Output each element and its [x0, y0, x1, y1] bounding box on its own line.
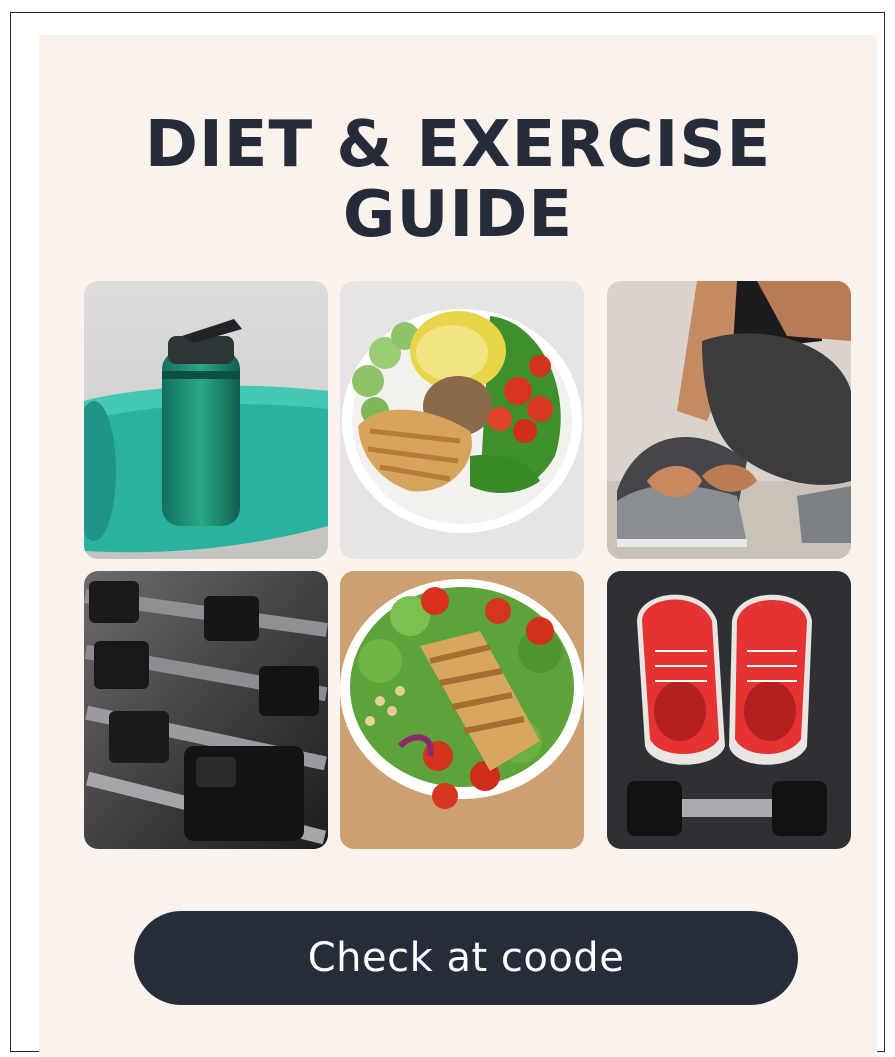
title-line-1: DIET & EXERCISE [144, 108, 772, 182]
poster-title: DIET & EXERCISE GUIDE [39, 110, 877, 250]
dumbbell-rack-image [84, 571, 328, 849]
poster-frame: DIET & EXERCISE GUIDE Check at coode [10, 12, 885, 1057]
chicken-salad-bowl-image [340, 571, 584, 849]
tying-shoelaces-image [607, 281, 851, 559]
red-sneakers-dumbbell-image [607, 571, 851, 849]
title-line-2: GUIDE [342, 178, 574, 252]
poster-card: DIET & EXERCISE GUIDE Check at coode [39, 35, 877, 1057]
chicken-avocado-bowl-image [340, 281, 584, 559]
water-bottle-yoga-mat-image [84, 281, 328, 559]
check-at-code-button[interactable]: Check at coode [134, 911, 798, 1005]
